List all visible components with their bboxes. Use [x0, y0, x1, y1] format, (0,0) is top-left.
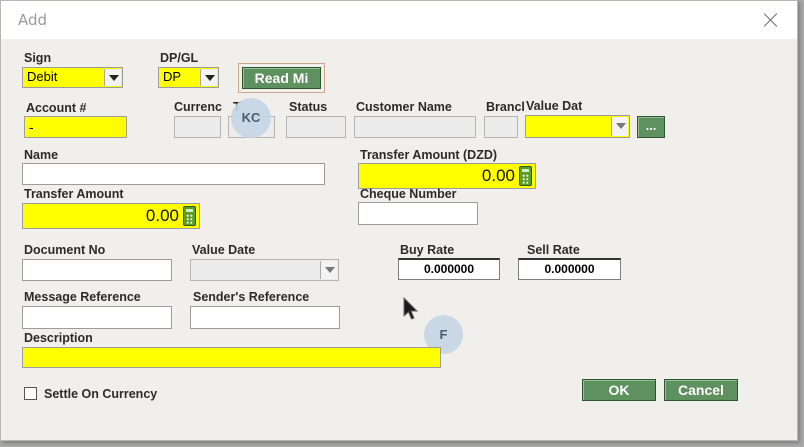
- settle-on-currency-label: Settle On Currency: [44, 387, 158, 401]
- cheque-number-input[interactable]: [358, 202, 478, 225]
- cheque-number-label: Cheque Number: [360, 187, 457, 201]
- chevron-down-icon[interactable]: [320, 261, 337, 279]
- buy-rate-input[interactable]: 0.000000: [398, 258, 500, 280]
- description-input[interactable]: [22, 347, 441, 368]
- buy-rate-label: Buy Rate: [400, 243, 455, 257]
- transfer-amount-input[interactable]: 0.00: [22, 203, 200, 229]
- sign-label: Sign: [24, 51, 52, 65]
- description-label: Description: [24, 331, 93, 345]
- dpgl-value: DP: [163, 69, 182, 84]
- value-date-select[interactable]: [190, 259, 339, 281]
- chevron-down-icon[interactable]: [611, 117, 628, 136]
- read-mi-button[interactable]: Read Mi: [242, 67, 321, 89]
- sell-rate-label: Sell Rate: [527, 243, 580, 257]
- dpgl-select[interactable]: DP: [158, 67, 219, 88]
- branch-label: Brancl: [486, 100, 525, 114]
- message-reference-label: Message Reference: [24, 290, 141, 304]
- transfer-amount-value: 0.00: [145, 206, 179, 225]
- sign-select[interactable]: Debit: [22, 67, 123, 88]
- dpgl-label: DP/GL: [160, 51, 199, 65]
- branch-field: [484, 116, 518, 138]
- value-date-top-label: Value Dat: [526, 99, 583, 113]
- message-reference-input[interactable]: [22, 306, 172, 329]
- transfer-amount-dzd-value: 0.00: [481, 166, 515, 185]
- settle-on-currency-checkbox[interactable]: [24, 387, 37, 400]
- transfer-amount-dzd-input[interactable]: 0.00: [358, 163, 536, 189]
- cancel-button[interactable]: Cancel: [664, 379, 738, 401]
- currency-field: [174, 116, 221, 138]
- calculator-icon[interactable]: [519, 166, 532, 186]
- mouse-pointer-icon: [403, 297, 419, 320]
- add-dialog: Add Sign Debit DP/GL DP Read Mi Account …: [0, 0, 798, 441]
- dialog-title: Add: [18, 11, 48, 29]
- account-input[interactable]: -: [24, 116, 127, 138]
- document-no-label: Document No: [24, 243, 106, 257]
- value-date-label: Value Date: [192, 243, 256, 257]
- title-bar: Add: [1, 1, 797, 39]
- value-date-top-select[interactable]: [525, 115, 630, 138]
- name-input[interactable]: [22, 163, 325, 185]
- ellipsis-button[interactable]: ...: [637, 116, 665, 138]
- close-icon[interactable]: [763, 12, 779, 28]
- status-label: Status: [289, 100, 328, 114]
- ok-button[interactable]: OK: [582, 379, 656, 401]
- chevron-down-icon[interactable]: [104, 69, 121, 86]
- name-label: Name: [24, 148, 59, 162]
- account-label: Account #: [26, 101, 87, 115]
- customer-name-label: Customer Name: [356, 100, 452, 114]
- calculator-icon[interactable]: [183, 206, 196, 226]
- senders-reference-input[interactable]: [190, 306, 340, 329]
- transfer-amount-label: Transfer Amount: [24, 187, 124, 201]
- transfer-amount-dzd-label: Transfer Amount (DZD): [360, 148, 498, 162]
- read-button-frame: Read Mi: [238, 63, 325, 93]
- sell-rate-input[interactable]: 0.000000: [518, 258, 621, 280]
- kc-badge: KC: [231, 98, 271, 138]
- status-field: [286, 116, 346, 138]
- document-no-input[interactable]: [22, 259, 172, 281]
- currency-label: Currenc: [174, 100, 222, 114]
- sign-value: Debit: [27, 69, 58, 84]
- chevron-down-icon[interactable]: [200, 69, 217, 86]
- account-value: -: [29, 119, 34, 135]
- senders-reference-label: Sender's Reference: [193, 290, 310, 304]
- customer-name-field: [354, 116, 476, 138]
